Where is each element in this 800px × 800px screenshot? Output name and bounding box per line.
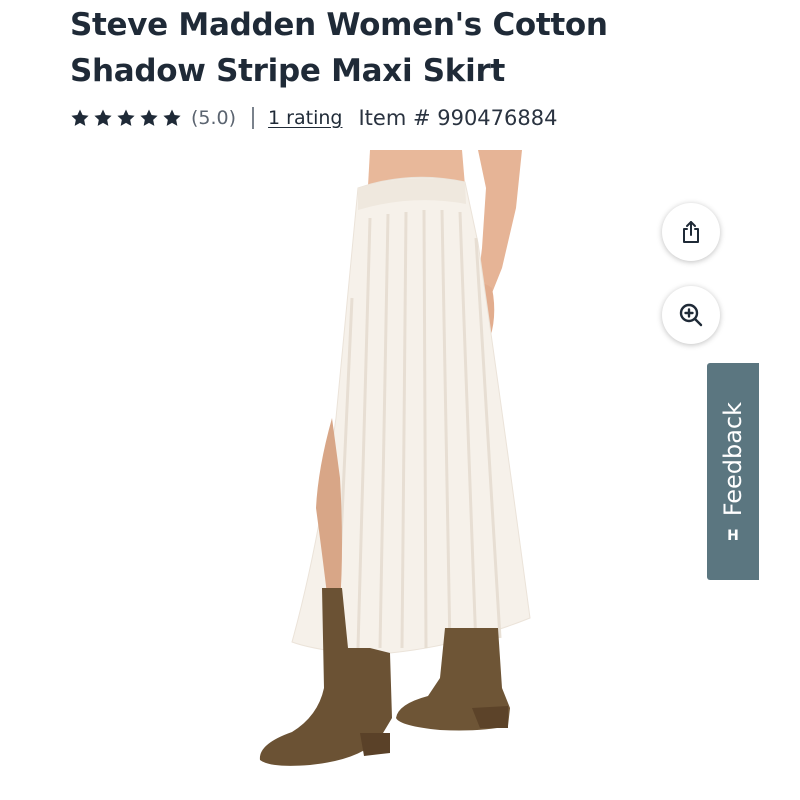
star-icon [117,109,135,126]
item-number: Item # 990476884 [358,106,558,130]
product-title-line-1: Steve Madden Women's Cotton [70,7,608,43]
star-icon [71,109,89,126]
feedback-label: Feedback [719,401,747,516]
rating-score: (5.0) [191,107,237,129]
star-icon [140,109,158,126]
zoom-button[interactable] [662,286,720,344]
divider [252,107,255,129]
product-title: Steve Madden Women's Cotton Shadow Strip… [70,2,670,94]
feedback-tab[interactable]: H Feedback [707,363,759,580]
star-icon [94,109,112,126]
product-title-line-2: Shadow Stripe Maxi Skirt [70,53,505,89]
rating-count-link[interactable]: 1 rating [268,107,342,129]
share-button[interactable] [662,203,720,261]
product-image[interactable] [240,148,570,800]
share-icon [683,221,699,243]
zoom-in-icon [679,303,703,327]
rating-row: (5.0) 1 rating Item # 990476884 [70,102,557,134]
star-rating [70,108,182,128]
star-icon [163,109,181,126]
feedback-logo-icon: H [727,527,739,544]
